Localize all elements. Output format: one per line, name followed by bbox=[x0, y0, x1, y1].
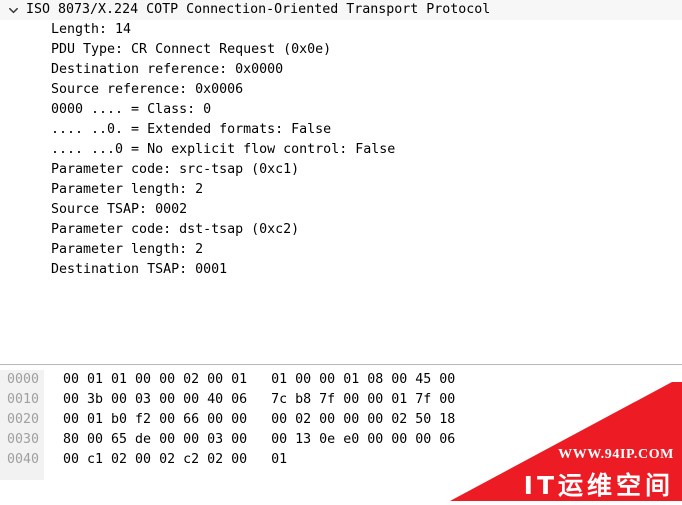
hex-bytes[interactable]: 00 01 b0 f2 00 66 00 00 00 02 00 00 00 0… bbox=[44, 410, 455, 430]
tree-root-row-cotp[interactable]: ISO 8073/X.224 COTP Connection-Oriented … bbox=[0, 0, 682, 20]
chevron-down-icon[interactable] bbox=[0, 0, 26, 20]
tree-item-extended-formats[interactable]: .... ..0. = Extended formats: False bbox=[0, 120, 682, 140]
hex-row[interactable]: 0010 00 3b 00 03 00 00 40 06 7c b8 7f 00… bbox=[0, 390, 682, 410]
tree-item-parameter-code-dst-tsap[interactable]: Parameter code: dst-tsap (0xc2) bbox=[0, 220, 682, 240]
tree-item-class[interactable]: 0000 .... = Class: 0 bbox=[0, 100, 682, 120]
hex-row[interactable]: 0020 00 01 b0 f2 00 66 00 00 00 02 00 00… bbox=[0, 410, 682, 430]
hex-offset: 0040 bbox=[7, 452, 40, 467]
tree-item-no-explicit-flow-control[interactable]: .... ...0 = No explicit flow control: Fa… bbox=[0, 140, 682, 160]
tree-item-length[interactable]: Length: 14 bbox=[0, 20, 682, 40]
hex-offset: 0010 bbox=[7, 392, 40, 407]
tree-item-destination-reference[interactable]: Destination reference: 0x0000 bbox=[0, 60, 682, 80]
hex-offset: 0030 bbox=[7, 432, 40, 447]
hex-bytes[interactable]: 00 c1 02 00 02 c2 02 00 01 bbox=[44, 450, 287, 470]
hex-row[interactable]: 0000 00 01 01 00 00 02 00 01 01 00 00 01… bbox=[0, 370, 682, 390]
hex-bytes[interactable]: 80 00 65 de 00 00 03 00 00 13 0e e0 00 0… bbox=[44, 430, 455, 450]
tree-item-destination-tsap[interactable]: Destination TSAP: 0001 bbox=[0, 260, 682, 280]
tree-item-source-tsap[interactable]: Source TSAP: 0002 bbox=[0, 200, 682, 220]
tree-item-parameter-length-dst[interactable]: Parameter length: 2 bbox=[0, 240, 682, 260]
tree-item-pdu-type[interactable]: PDU Type: CR Connect Request (0x0e) bbox=[0, 40, 682, 60]
tree-item-parameter-length-src[interactable]: Parameter length: 2 bbox=[0, 180, 682, 200]
hex-row[interactable]: 0030 80 00 65 de 00 00 03 00 00 13 0e e0… bbox=[0, 430, 682, 450]
hex-bytes[interactable]: 00 01 01 00 00 02 00 01 01 00 00 01 08 0… bbox=[44, 370, 455, 390]
hex-dump-pane[interactable]: 0000 00 01 01 00 00 02 00 01 01 00 00 01… bbox=[0, 370, 682, 501]
packet-detail-pane[interactable]: ISO 8073/X.224 COTP Connection-Oriented … bbox=[0, 0, 682, 364]
hex-row[interactable]: 0040 00 c1 02 00 02 c2 02 00 01 bbox=[0, 450, 682, 470]
hex-offset: 0020 bbox=[7, 412, 40, 427]
hex-offset: 0000 bbox=[7, 372, 40, 387]
hex-bytes[interactable]: 00 3b 00 03 00 00 40 06 7c b8 7f 00 00 0… bbox=[44, 390, 455, 410]
tree-item-source-reference[interactable]: Source reference: 0x0006 bbox=[0, 80, 682, 100]
tree-item-parameter-code-src-tsap[interactable]: Parameter code: src-tsap (0xc1) bbox=[0, 160, 682, 180]
tree-root-label: ISO 8073/X.224 COTP Connection-Oriented … bbox=[26, 2, 491, 17]
